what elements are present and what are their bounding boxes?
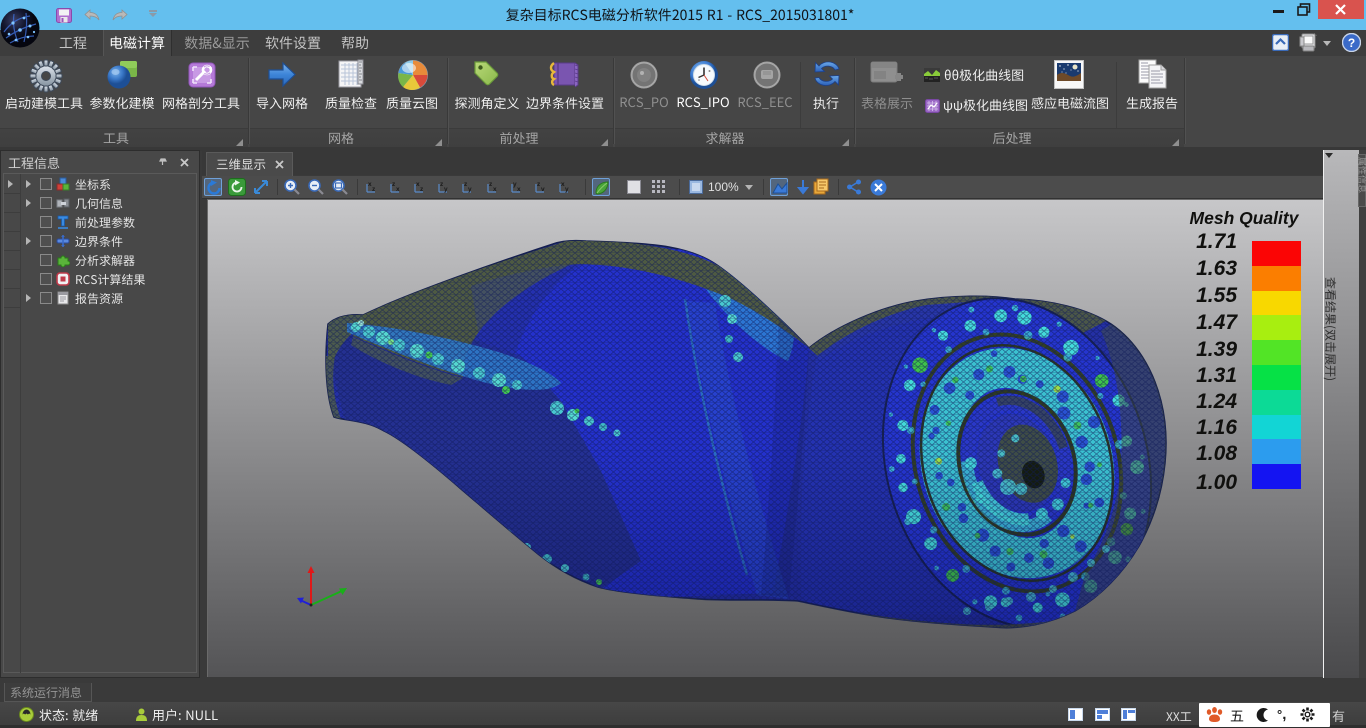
svg-text:y: y: [444, 186, 448, 193]
svg-text:x: x: [517, 186, 521, 193]
svg-text:?: ?: [1348, 36, 1355, 50]
svg-text:z: z: [420, 186, 424, 193]
svg-text:v: v: [541, 186, 545, 193]
svg-text:z: z: [372, 186, 376, 193]
svg-text:x: x: [493, 186, 497, 193]
svg-text:y: y: [565, 186, 569, 193]
svg-text:y: y: [468, 186, 472, 193]
svg-text:x: x: [396, 186, 400, 193]
